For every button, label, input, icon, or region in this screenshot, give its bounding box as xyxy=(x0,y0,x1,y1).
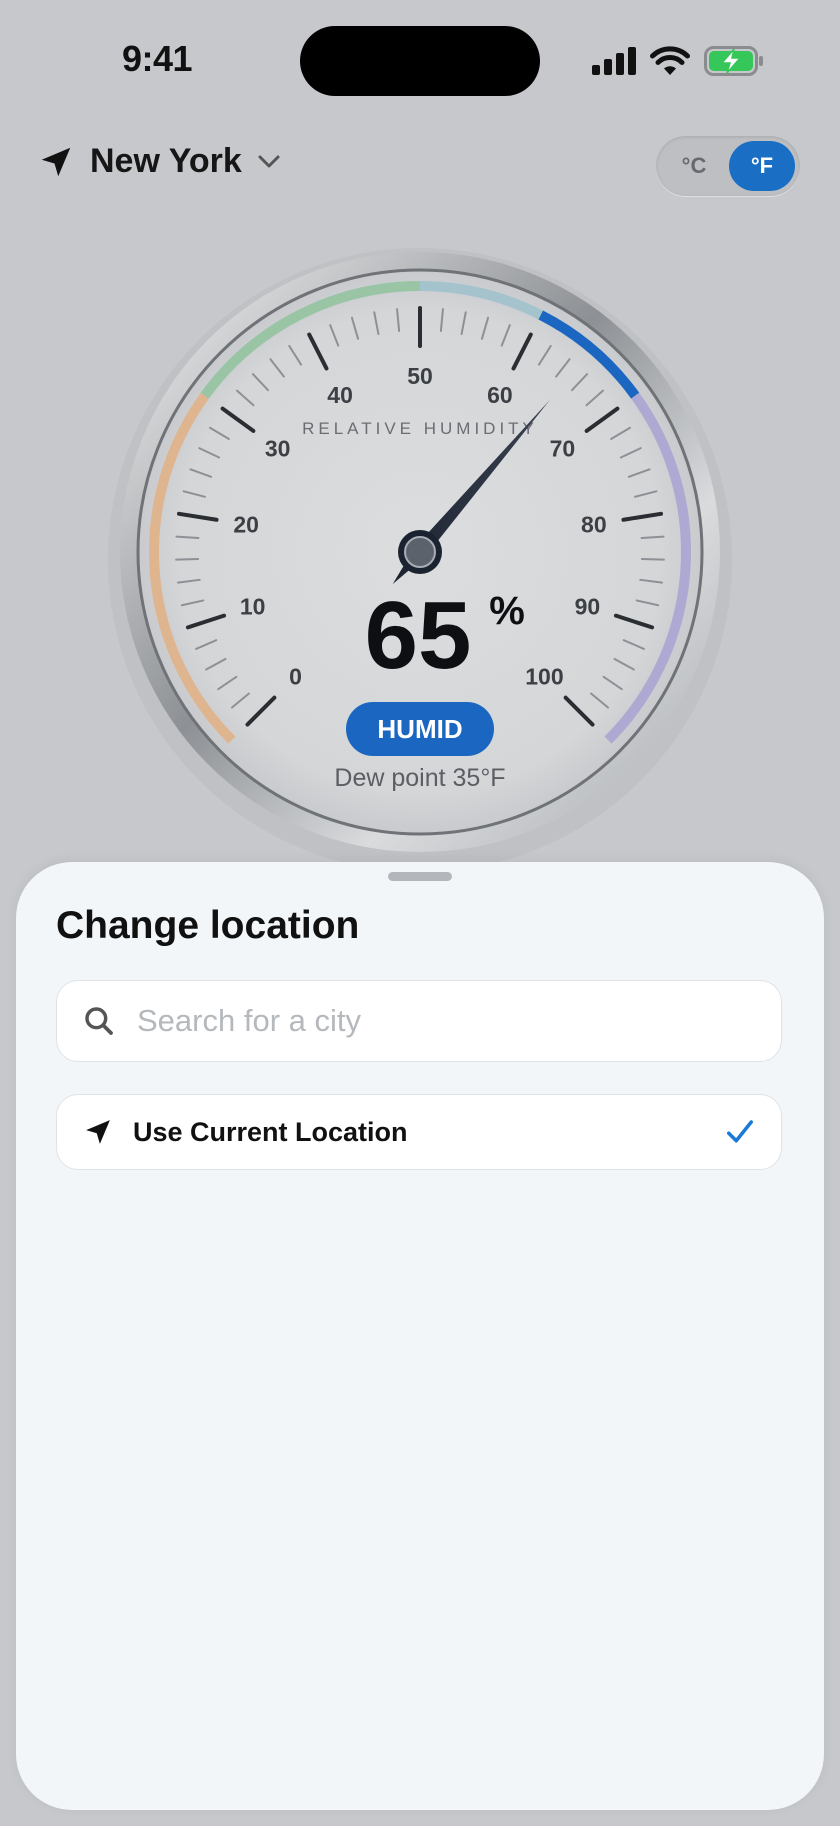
gauge-tick-label: 40 xyxy=(327,382,353,408)
gauge-minor-tick xyxy=(640,557,665,561)
gauge-minor-tick xyxy=(175,535,200,540)
city-search-input[interactable] xyxy=(135,1002,739,1040)
status-badge: HUMID xyxy=(377,714,462,744)
dynamic-island xyxy=(300,26,540,96)
checkmark-icon xyxy=(727,1120,753,1143)
cellular-signal-icon xyxy=(592,47,636,75)
fahrenheit-button[interactable]: °F xyxy=(729,141,795,191)
chevron-down-icon xyxy=(258,155,280,167)
gauge-minor-tick xyxy=(640,535,665,540)
gauge-minor-tick xyxy=(175,557,200,561)
gauge-tick-label: 70 xyxy=(550,436,576,462)
humidity-unit: % xyxy=(489,589,525,633)
needle-hub-cap xyxy=(404,536,436,568)
city-search-field[interactable] xyxy=(56,980,782,1062)
celsius-button[interactable]: °C xyxy=(661,141,727,191)
gauge-tick-label: 100 xyxy=(525,663,563,689)
search-icon xyxy=(85,1007,113,1035)
use-current-location-row[interactable]: Use Current Location xyxy=(56,1094,782,1170)
location-arrow-icon xyxy=(86,1120,110,1144)
gauge-tick-label: 60 xyxy=(487,382,513,408)
use-current-location-label: Use Current Location xyxy=(133,1116,408,1147)
dew-point: Dew point 35°F xyxy=(334,764,505,792)
battery-charging-icon xyxy=(704,46,763,76)
change-location-sheet: Change location Use Current Location xyxy=(16,862,824,1810)
gauge-tick-label: 50 xyxy=(407,363,433,389)
gauge-tick-label: 20 xyxy=(233,511,259,537)
gauge-tick-label: 10 xyxy=(240,593,266,619)
location-selector[interactable]: New York xyxy=(38,142,280,181)
sheet-grabber[interactable] xyxy=(388,872,452,881)
gauge-title: RELATIVE HUMIDITY xyxy=(302,419,538,438)
wifi-icon xyxy=(650,46,690,75)
location-arrow-icon xyxy=(41,147,71,176)
gauge-tick-label: 80 xyxy=(581,511,607,537)
sheet-title: Change location xyxy=(56,904,360,947)
unit-toggle[interactable]: °C °F xyxy=(656,136,800,196)
status-time: 9:41 xyxy=(122,38,193,79)
location-name: New York xyxy=(90,142,242,180)
gauge-tick-label: 90 xyxy=(575,593,601,619)
status-icons xyxy=(592,44,764,78)
humidity-gauge: 0 10 20 30 40 50 60 70 80 90 100 RELATIVE HUMIDITY… xyxy=(108,248,732,872)
gauge-tick-label: 0 xyxy=(289,663,302,689)
gauge-tick-label: 30 xyxy=(265,436,291,462)
humidity-value: 65 xyxy=(365,582,472,689)
